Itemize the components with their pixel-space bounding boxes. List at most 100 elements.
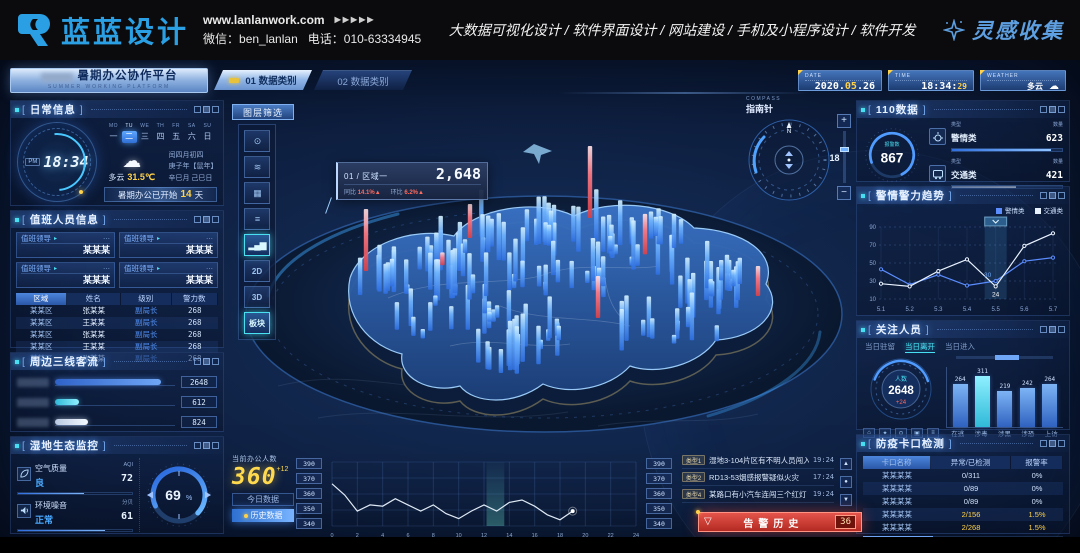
siren-icon — [929, 128, 946, 145]
weekday-cell[interactable]: SA六 — [184, 123, 199, 143]
weekday-cell[interactable]: FR五 — [169, 123, 184, 143]
chart-scrollbar[interactable] — [956, 356, 1053, 359]
alert-row[interactable]: 类型2RD13-53烟感报警疑似火灾17:24 — [682, 469, 834, 486]
minimize-icon[interactable] — [194, 358, 201, 365]
legend-item[interactable]: 交通类 — [1035, 205, 1064, 215]
minimize-icon[interactable] — [1040, 192, 1047, 199]
zoom-out-button[interactable]: − — [837, 186, 851, 200]
grid-icon[interactable]: ▦ — [244, 182, 270, 204]
layer-btn-2D[interactable]: 2D — [244, 260, 270, 282]
alert-list: 类型1湿地3-104片区有不明人员闯入19:24类型2RD13-53烟感报警疑似… — [682, 452, 834, 503]
alert-row[interactable]: 类型1湿地3-104片区有不明人员闯入19:24 — [682, 452, 834, 469]
table-row[interactable]: 某某区张某某副局长268 — [16, 305, 218, 317]
weekday-cell[interactable]: MO一 — [106, 123, 121, 143]
persons-tab[interactable]: 当日驻留 — [865, 341, 895, 353]
bar-item[interactable]: 311 — [975, 367, 990, 427]
window-icon[interactable] — [203, 442, 210, 449]
persons-counter: 人数 2648 +24 ⌂ ✦ ⊙ ▣ ≡ — [863, 356, 939, 438]
ampm-badge: PM — [25, 158, 40, 166]
duty-leader-card[interactable]: 值班领导▸⋯某某某 — [119, 232, 218, 258]
window-icon[interactable] — [1049, 326, 1056, 333]
table-row[interactable]: 某某区张某某副局长268 — [16, 329, 218, 341]
minimize-icon[interactable] — [1040, 326, 1047, 333]
expand-icon[interactable] — [212, 358, 219, 365]
checkpoint-row[interactable]: 某某某某2/1561.5% — [863, 508, 1063, 521]
zoom-in-button[interactable]: + — [837, 114, 851, 128]
y-tick-box: 360 — [296, 488, 322, 499]
checkpoint-row[interactable]: 某某某某0/3110% — [863, 469, 1063, 482]
weekday-cell[interactable]: WE三 — [137, 123, 152, 143]
minimize-icon[interactable] — [1040, 440, 1047, 447]
bar-item[interactable]: 264 — [953, 367, 968, 427]
stat-value: 72 — [121, 473, 133, 484]
window-icon[interactable] — [203, 216, 210, 223]
weekday-cell[interactable]: SU日 — [200, 123, 215, 143]
time-hm: 18:34: — [921, 81, 957, 92]
checkpoint-row[interactable]: 某某某某2/2681.5% — [863, 521, 1063, 534]
alert-history-banner[interactable]: ▽ 告警历史 36 — [698, 512, 862, 532]
alert-history-label: 告警历史 — [718, 515, 829, 530]
window-icon[interactable] — [203, 358, 210, 365]
bar-item[interactable]: 242 — [1020, 367, 1035, 427]
scroll-dot-icon[interactable]: ● — [840, 476, 852, 488]
alert-tag: 类型2 — [682, 472, 705, 482]
more-icon[interactable]: ⋯ — [206, 265, 213, 273]
legend-item[interactable]: 警情类 — [996, 205, 1025, 215]
checkpoint-row[interactable]: 某某某某0/890% — [863, 482, 1063, 495]
scroll-down-icon[interactable]: ▼ — [840, 494, 852, 506]
expand-icon[interactable] — [1058, 440, 1065, 447]
expand-icon[interactable] — [1058, 192, 1065, 199]
expand-icon[interactable] — [1058, 326, 1065, 333]
stat-unit: AQI — [121, 462, 133, 468]
minimize-icon[interactable] — [194, 106, 201, 113]
list-icon[interactable]: ≡ — [244, 208, 270, 230]
inspiration-collect[interactable]: 灵感收集 — [943, 15, 1064, 45]
table-row[interactable]: 某某区王某某副局长268 — [16, 317, 218, 329]
duty-leader-card[interactable]: 值班领导▸⋯某某某 — [16, 232, 115, 258]
expand-icon[interactable] — [212, 106, 219, 113]
history-data-button[interactable]: 历史数据 — [232, 509, 294, 522]
window-icon[interactable] — [1049, 440, 1056, 447]
persons-tab[interactable]: 当日离开 — [905, 341, 935, 353]
minimize-icon[interactable] — [194, 442, 201, 449]
more-icon[interactable]: ⋯ — [103, 235, 110, 243]
duty-leader-card[interactable]: 值班领导▸⋯某某某 — [16, 262, 115, 288]
stat-status: 良 — [35, 476, 67, 489]
window-icon[interactable] — [203, 106, 210, 113]
collect-label: 灵感收集 — [972, 15, 1064, 45]
signal-icon[interactable]: ≋ — [244, 156, 270, 178]
layer-btn-3D[interactable]: 3D — [244, 286, 270, 308]
alarm-gauge: 报警数 867 — [863, 126, 921, 184]
bar-item[interactable]: 219 — [997, 367, 1012, 427]
scroll-up-icon[interactable]: ▲ — [840, 458, 852, 470]
alert-tag: 类型4 — [682, 489, 705, 499]
minimize-icon[interactable] — [1040, 106, 1047, 113]
date-day: .26 — [857, 81, 875, 92]
more-icon[interactable]: ⋯ — [103, 265, 110, 273]
bar-item[interactable]: 264 — [1042, 367, 1057, 427]
compass-dial[interactable]: N — [746, 117, 832, 203]
panel-title: 警情警力趋势 — [868, 188, 953, 203]
y-tick-box: 340 — [296, 518, 322, 529]
duty-leader-card[interactable]: 值班领导▸⋯某某某 — [119, 262, 218, 288]
expand-icon[interactable] — [212, 442, 219, 449]
expand-icon[interactable] — [212, 216, 219, 223]
alert-row[interactable]: 类型4某路口有小汽车连闯三个红灯19:24 — [682, 486, 834, 503]
camera-icon[interactable]: ⊙ — [244, 130, 270, 152]
minimize-icon[interactable] — [194, 216, 201, 223]
chart-icon[interactable]: ▂▄▆ — [244, 234, 270, 256]
layer-btn-板块[interactable]: 板块 — [244, 312, 270, 334]
persons-tab[interactable]: 当日进入 — [945, 341, 975, 353]
window-icon[interactable] — [1049, 106, 1056, 113]
lanlan-logo[interactable]: 蓝蓝设计 — [16, 9, 189, 51]
expand-icon[interactable] — [1058, 106, 1065, 113]
site-url[interactable]: www.lanlanwork.com — [203, 11, 325, 30]
more-icon[interactable]: ⋯ — [206, 235, 213, 243]
checkpoint-row[interactable]: 某某某某0/890% — [863, 495, 1063, 508]
today-data-button[interactable]: 今日数据 — [232, 493, 294, 506]
zoom-slider[interactable]: 18 — [843, 131, 846, 183]
window-icon[interactable] — [1049, 192, 1056, 199]
zoom-handle[interactable] — [840, 147, 849, 152]
weekday-cell[interactable]: TH四 — [153, 123, 168, 143]
weekday-cell[interactable]: TU二 — [122, 123, 137, 143]
